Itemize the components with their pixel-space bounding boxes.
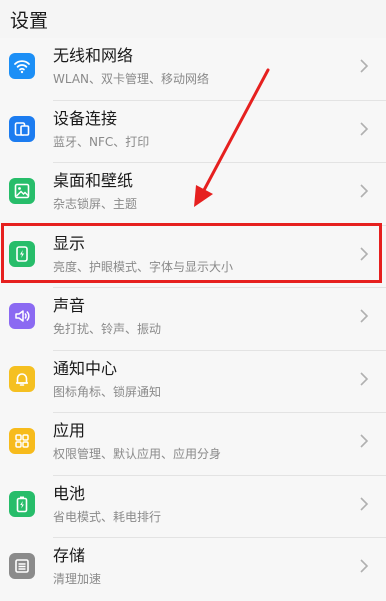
settings-item-sound[interactable]: 声音 免打扰、铃声、振动 [0, 288, 386, 351]
chevron-right-icon [354, 181, 374, 201]
display-icon [9, 240, 35, 267]
settings-item-wireless-network[interactable]: 无线和网络 WLAN、双卡管理、移动网络 [0, 38, 386, 101]
item-subtitle: 免打扰、铃声、振动 [53, 322, 162, 336]
item-title: 显示 [53, 233, 86, 253]
settings-item-battery[interactable]: 电池 省电模式、耗电排行 [0, 476, 386, 538]
settings-item-apps[interactable]: 应用 权限管理、默认应用、应用分身 [0, 413, 386, 476]
sound-icon [9, 303, 35, 329]
item-title: 桌面和壁纸 [53, 171, 134, 190]
item-title: 电池 [53, 483, 86, 503]
chevron-right-icon [354, 56, 374, 76]
item-subtitle: 杂志锁屏、主题 [53, 197, 138, 211]
item-title: 声音 [53, 296, 86, 315]
item-subtitle: WLAN、双卡管理、移动网络 [53, 72, 210, 86]
bell-icon [9, 365, 35, 392]
item-title: 设备连接 [53, 108, 118, 128]
item-title: 存储 [53, 546, 86, 565]
battery-icon [9, 490, 35, 517]
settings-item-storage[interactable]: 存储 清理加速 [0, 538, 386, 601]
item-subtitle: 权限管理、默认应用、应用分身 [53, 447, 222, 461]
apps-icon [9, 428, 35, 454]
wallpaper-icon [9, 178, 35, 204]
chevron-right-icon [354, 494, 374, 514]
item-subtitle: 清理加速 [53, 572, 102, 586]
item-title: 应用 [53, 421, 86, 440]
page-header: 设置 [0, 0, 386, 38]
chevron-right-icon [354, 119, 374, 139]
wifi-icon [9, 53, 35, 79]
storage-icon [9, 553, 35, 579]
item-subtitle: 图标角标、锁屏通知 [53, 384, 162, 399]
item-title: 通知中心 [53, 358, 118, 378]
page-title: 设置 [10, 9, 49, 32]
chevron-right-icon [354, 556, 374, 576]
device-connection-icon [9, 115, 35, 142]
settings-list: 无线和网络 WLAN、双卡管理、移动网络 设备连接 蓝牙、NFC、打印 桌面和壁… [0, 38, 386, 601]
settings-item-display[interactable]: 显示 亮度、护眼模式、字体与显示大小 [0, 226, 386, 288]
chevron-right-icon [354, 244, 374, 264]
item-subtitle: 亮度、护眼模式、字体与显示大小 [53, 259, 234, 274]
settings-item-notification-center[interactable]: 通知中心 图标角标、锁屏通知 [0, 351, 386, 413]
settings-item-device-connection[interactable]: 设备连接 蓝牙、NFC、打印 [0, 101, 386, 163]
chevron-right-icon [354, 369, 374, 389]
item-title: 无线和网络 [53, 46, 134, 65]
chevron-right-icon [354, 306, 374, 326]
item-subtitle: 省电模式、耗电排行 [53, 509, 162, 524]
item-subtitle: 蓝牙、NFC、打印 [53, 134, 150, 149]
chevron-right-icon [354, 431, 374, 451]
settings-item-desktop-wallpaper[interactable]: 桌面和壁纸 杂志锁屏、主题 [0, 163, 386, 226]
